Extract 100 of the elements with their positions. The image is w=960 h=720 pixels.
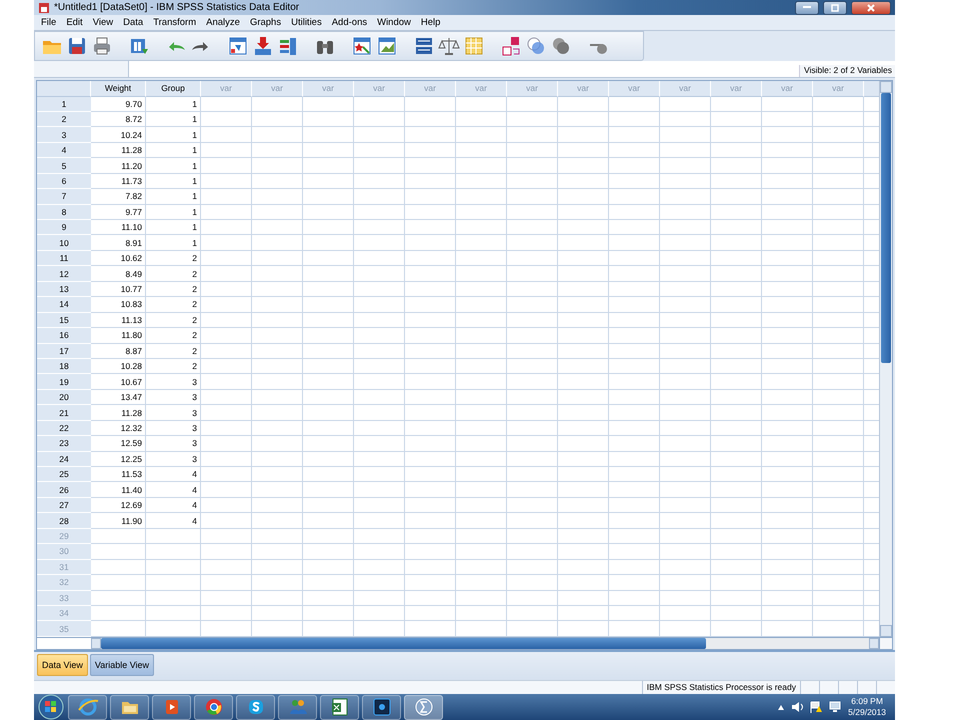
table-cell[interactable]: 8.49 xyxy=(91,266,146,282)
table-cell[interactable]: 2 xyxy=(146,297,201,313)
taskbar-button[interactable] xyxy=(404,694,443,720)
table-cell[interactable]: 3 xyxy=(146,405,201,421)
scroll-thumb[interactable] xyxy=(101,638,706,650)
menu-item[interactable]: Graphs xyxy=(244,17,286,28)
row-number[interactable]: 20 xyxy=(37,390,91,406)
taskbar-button[interactable] xyxy=(320,694,359,720)
row-number[interactable]: 4 xyxy=(37,142,91,158)
table-cell[interactable]: 2 xyxy=(146,328,201,344)
table-cell[interactable]: 12.69 xyxy=(91,498,146,514)
table-cell[interactable]: 13.47 xyxy=(91,390,146,406)
row-number[interactable]: 22 xyxy=(37,420,91,436)
row-number[interactable]: 16 xyxy=(37,328,91,344)
row-number[interactable]: 14 xyxy=(37,297,91,313)
table-cell[interactable]: 11.20 xyxy=(91,158,146,174)
row-number[interactable]: 24 xyxy=(37,452,91,468)
table-cell[interactable]: 7.82 xyxy=(91,189,146,205)
row-number[interactable]: 18 xyxy=(37,358,91,374)
print-icon[interactable] xyxy=(91,34,113,57)
maximize-button[interactable] xyxy=(823,0,847,15)
venn-circles-icon[interactable] xyxy=(525,34,547,57)
table-cell[interactable]: 1 xyxy=(146,204,201,220)
row-number[interactable]: 23 xyxy=(37,436,91,452)
menu-item[interactable]: Analyze xyxy=(201,17,245,28)
row-number[interactable]: 21 xyxy=(37,405,91,421)
row-number[interactable]: 9 xyxy=(37,220,91,236)
start-button[interactable] xyxy=(37,694,65,720)
table-cell[interactable]: 9.70 xyxy=(91,96,146,112)
view-tab[interactable]: Variable View xyxy=(90,654,154,676)
table-cell[interactable]: 1 xyxy=(146,220,201,236)
scroll-up-button[interactable] xyxy=(880,81,892,94)
table-cell[interactable]: 11.53 xyxy=(91,467,146,482)
tray-arrow-icon[interactable] xyxy=(778,704,784,710)
table-cell[interactable]: 1 xyxy=(146,112,201,128)
close-button[interactable] xyxy=(851,0,891,15)
table-cell[interactable]: 1 xyxy=(146,142,201,158)
table-cell[interactable]: 1 xyxy=(146,127,201,143)
insert-row-icon[interactable] xyxy=(252,34,274,57)
table-cell[interactable]: 3 xyxy=(146,420,201,436)
table-cell[interactable]: 12.32 xyxy=(91,420,146,436)
table-cell[interactable]: 10.83 xyxy=(91,297,146,313)
table-cell[interactable]: 10.28 xyxy=(91,358,146,374)
grid-icon[interactable] xyxy=(463,34,485,57)
table-cell[interactable]: 12.59 xyxy=(91,436,146,452)
menu-item[interactable]: File xyxy=(36,17,62,28)
table-cell[interactable]: 4 xyxy=(146,513,201,529)
table-cell[interactable]: 2 xyxy=(146,344,201,359)
table-cell[interactable]: 3 xyxy=(146,452,201,468)
row-number[interactable]: 13 xyxy=(37,282,91,298)
table-chart-icon[interactable] xyxy=(376,34,398,57)
horizontal-scrollbar[interactable] xyxy=(91,638,879,650)
table-cell[interactable]: 1 xyxy=(146,174,201,190)
row-number[interactable]: 19 xyxy=(37,374,91,390)
taskbar-button[interactable] xyxy=(194,694,233,720)
menu-item[interactable]: View xyxy=(88,17,118,28)
menu-item[interactable]: Transform xyxy=(148,17,202,28)
row-number[interactable]: 5 xyxy=(37,158,91,174)
cell-reference-field[interactable] xyxy=(34,60,129,78)
taskbar-button[interactable] xyxy=(236,694,275,720)
table-cell[interactable]: 11.10 xyxy=(91,220,146,236)
row-number[interactable]: 27 xyxy=(37,498,91,514)
minimize-button[interactable] xyxy=(795,0,819,15)
row-number[interactable]: 12 xyxy=(37,266,91,282)
scroll-thumb[interactable] xyxy=(881,93,891,364)
table-cell[interactable]: 4 xyxy=(146,467,201,482)
table-cell[interactable]: 8.72 xyxy=(91,112,146,128)
table-cell[interactable]: 9.77 xyxy=(91,204,146,220)
taskbar-button[interactable] xyxy=(278,694,317,720)
clock[interactable]: 6:09 PM 5/29/2013 xyxy=(848,696,886,718)
taskbar-button[interactable] xyxy=(110,694,149,720)
table-cell[interactable]: 1 xyxy=(146,96,201,112)
menu-item[interactable]: Edit xyxy=(61,17,88,28)
table-cell[interactable]: 3 xyxy=(146,390,201,406)
row-number[interactable]: 11 xyxy=(37,250,91,266)
table-cell[interactable]: 11.13 xyxy=(91,312,146,328)
table-cell[interactable]: 12.25 xyxy=(91,452,146,468)
table-cell[interactable]: 2 xyxy=(146,312,201,328)
flag-warning-icon[interactable] xyxy=(810,701,822,713)
column-header[interactable]: Weight xyxy=(91,81,146,97)
column-header[interactable]: Group xyxy=(146,81,201,97)
row-number[interactable]: 6 xyxy=(37,174,91,190)
row-number[interactable]: 1 xyxy=(37,96,91,112)
row-number[interactable]: 15 xyxy=(37,312,91,328)
menu-item[interactable]: Data xyxy=(118,17,148,28)
table-cell[interactable]: 4 xyxy=(146,482,201,498)
table-cell[interactable]: 1 xyxy=(146,235,201,251)
table-cell[interactable]: 10.24 xyxy=(91,127,146,143)
table-cell[interactable]: 11.80 xyxy=(91,328,146,344)
table-cell[interactable]: 11.28 xyxy=(91,142,146,158)
row-number[interactable]: 25 xyxy=(37,467,91,482)
table-cell[interactable]: 10.77 xyxy=(91,282,146,298)
scroll-down-button[interactable] xyxy=(880,624,892,637)
row-number[interactable]: 17 xyxy=(37,344,91,359)
table-cell[interactable]: 1 xyxy=(146,158,201,174)
table-cell[interactable]: 10.67 xyxy=(91,374,146,390)
row-number[interactable]: 2 xyxy=(37,112,91,128)
speaker-icon[interactable] xyxy=(791,701,804,713)
menu-item[interactable]: Window xyxy=(372,17,416,28)
table-cell[interactable]: 2 xyxy=(146,250,201,266)
